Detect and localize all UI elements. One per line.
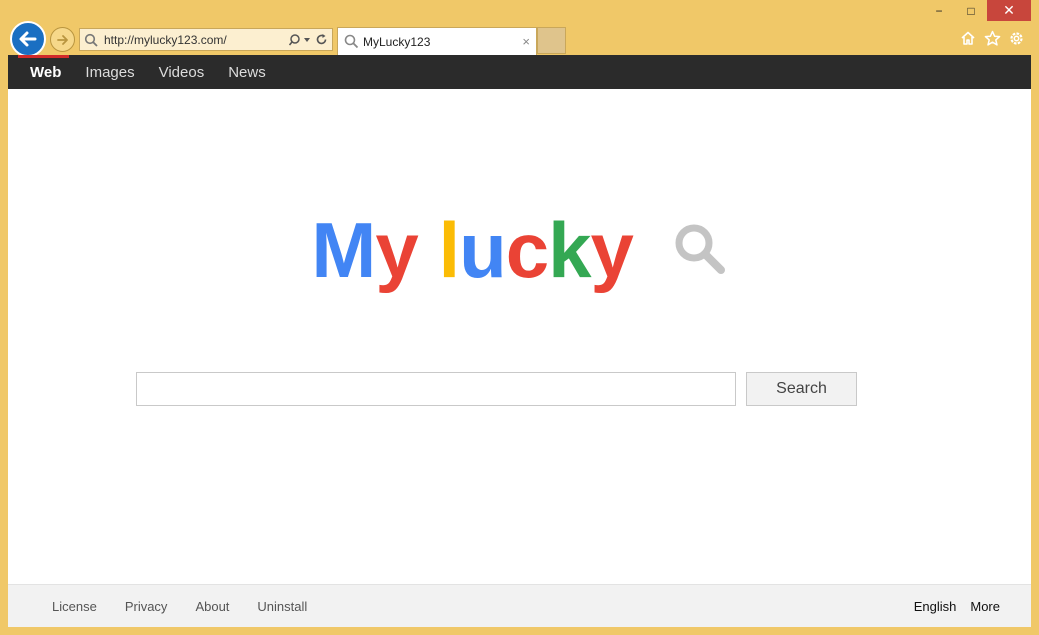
gear-icon[interactable] bbox=[1007, 29, 1025, 47]
home-icon[interactable] bbox=[959, 29, 977, 47]
back-arrow-icon bbox=[19, 31, 37, 47]
page-viewport: Web Images Videos News My lucky Search L… bbox=[8, 55, 1031, 627]
nav-news[interactable]: News bbox=[216, 55, 278, 89]
favorites-star-icon[interactable] bbox=[983, 29, 1001, 47]
address-url[interactable]: http://mylucky123.com/ bbox=[104, 33, 289, 47]
browser-chrome: − □ ✕ http://mylucky123.com/ MyLucky123 … bbox=[0, 0, 1039, 57]
footer-left-links: License Privacy About Uninstall bbox=[38, 599, 321, 614]
logo-letter: k bbox=[548, 206, 591, 294]
footer-right-links: English More bbox=[900, 599, 1000, 614]
logo-text: My lucky bbox=[311, 205, 634, 296]
footer-link-about[interactable]: About bbox=[181, 599, 243, 614]
tab-title: MyLucky123 bbox=[363, 34, 431, 49]
back-button[interactable] bbox=[10, 21, 46, 57]
forward-button[interactable] bbox=[50, 27, 75, 52]
footer: License Privacy About Uninstall English … bbox=[8, 584, 1031, 627]
search-icon bbox=[84, 33, 98, 47]
refresh-icon[interactable] bbox=[315, 33, 328, 46]
search-icon bbox=[344, 34, 359, 49]
minimize-button[interactable]: − bbox=[923, 0, 955, 21]
logo-letter bbox=[418, 205, 439, 296]
top-navigation: Web Images Videos News bbox=[8, 55, 1031, 89]
maximize-button[interactable]: □ bbox=[955, 0, 987, 21]
footer-link-more[interactable]: More bbox=[956, 599, 1000, 614]
search-input[interactable] bbox=[136, 372, 736, 406]
magnifier-icon bbox=[675, 224, 725, 274]
logo-letter: y bbox=[375, 206, 418, 294]
forward-arrow-icon bbox=[56, 34, 68, 45]
search-dropdown-icon[interactable] bbox=[289, 33, 311, 47]
close-window-button[interactable]: ✕ bbox=[987, 0, 1031, 21]
nav-images[interactable]: Images bbox=[73, 55, 146, 89]
tab-mylucky123[interactable]: MyLucky123 × bbox=[337, 27, 537, 55]
nav-videos[interactable]: Videos bbox=[147, 55, 217, 89]
search-button[interactable]: Search bbox=[746, 372, 857, 406]
nav-web[interactable]: Web bbox=[18, 55, 73, 89]
search-row: Search bbox=[136, 372, 857, 406]
logo-letter: l bbox=[438, 206, 460, 294]
footer-link-uninstall[interactable]: Uninstall bbox=[243, 599, 321, 614]
mylucky-logo: My lucky bbox=[8, 205, 1031, 296]
tab-close-icon[interactable]: × bbox=[522, 34, 530, 49]
new-tab-button[interactable] bbox=[537, 27, 566, 54]
footer-link-english[interactable]: English bbox=[900, 599, 957, 614]
logo-letter: y bbox=[590, 206, 634, 294]
address-bar[interactable]: http://mylucky123.com/ bbox=[79, 28, 333, 51]
logo-letter: u bbox=[459, 206, 507, 294]
window-controls: − □ ✕ bbox=[923, 0, 1031, 22]
footer-link-license[interactable]: License bbox=[38, 599, 111, 614]
footer-link-privacy[interactable]: Privacy bbox=[111, 599, 182, 614]
logo-letter: M bbox=[311, 206, 376, 294]
browser-tools bbox=[959, 29, 1025, 47]
logo-letter: c bbox=[505, 206, 549, 294]
